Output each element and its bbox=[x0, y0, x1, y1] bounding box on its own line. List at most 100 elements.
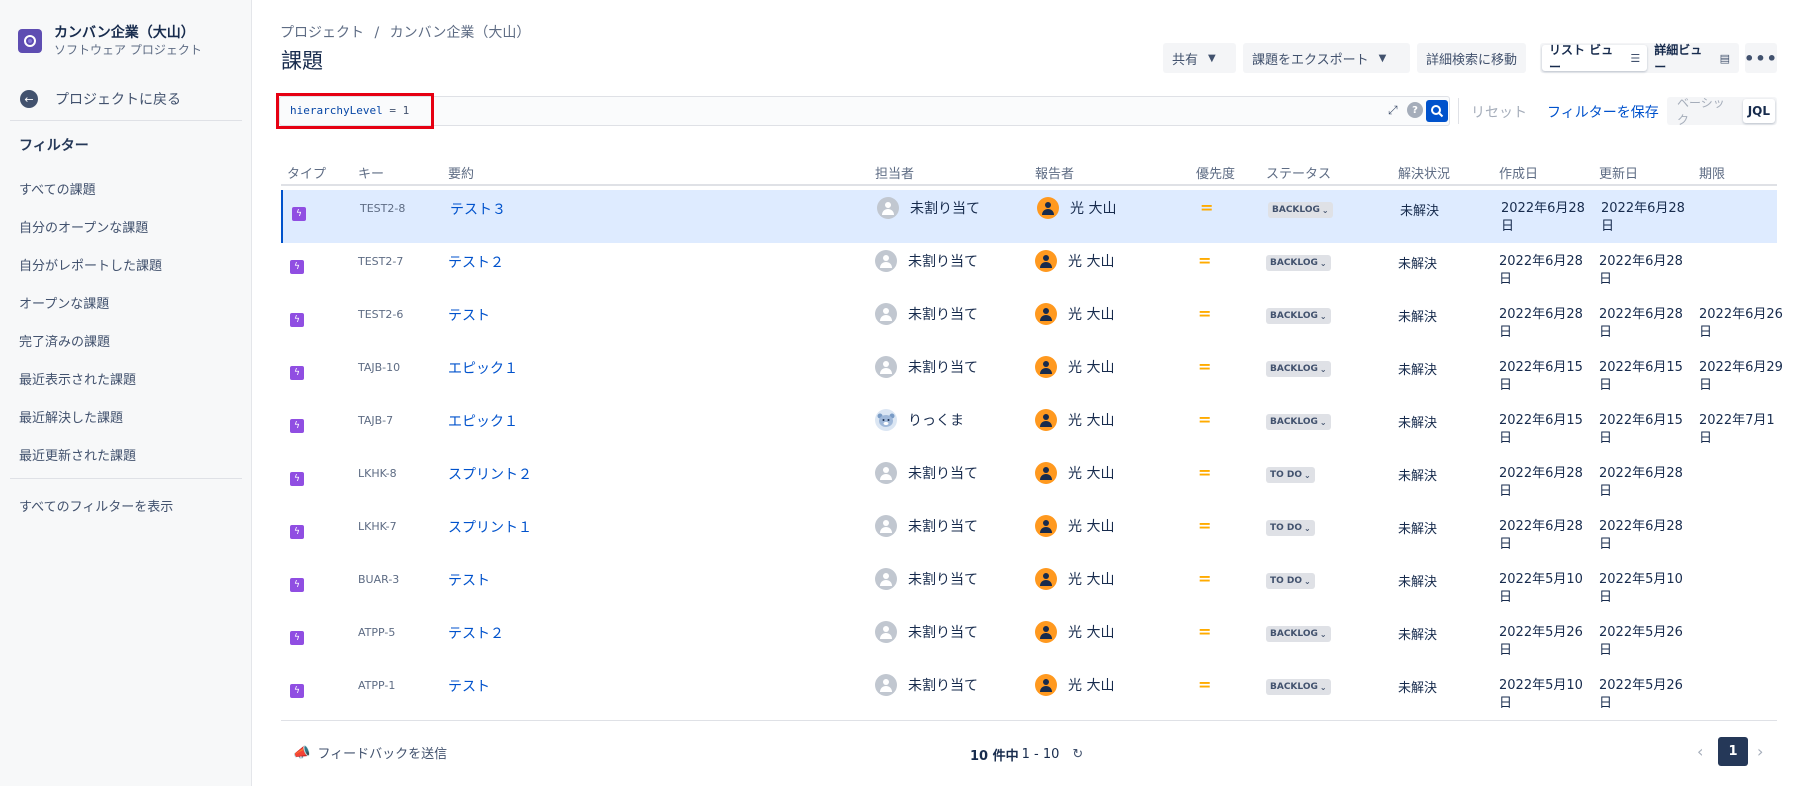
help-icon[interactable]: ? bbox=[1407, 102, 1423, 118]
assignee[interactable]: 未割り当て bbox=[875, 462, 978, 484]
issue-key[interactable]: TEST2-7 bbox=[358, 255, 403, 268]
issue-summary[interactable]: エピック１ bbox=[448, 358, 518, 378]
assignee[interactable]: 未割り当て bbox=[875, 621, 978, 643]
breadcrumb-projects[interactable]: プロジェクト bbox=[280, 25, 364, 41]
assignee[interactable]: 未割り当て bbox=[875, 303, 978, 325]
table-row[interactable]: ϟ TAJB-7 エピック１ りっくま 光 大山 = BACKLOG ⌄ 未解決 … bbox=[281, 402, 1777, 455]
jql-mode-button[interactable]: JQL bbox=[1742, 99, 1775, 123]
reporter[interactable]: 光 大山 bbox=[1035, 674, 1114, 696]
reporter[interactable]: 光 大山 bbox=[1035, 462, 1114, 484]
assignee[interactable]: りっくま bbox=[875, 409, 964, 431]
sidebar-item-my-open-issues[interactable]: 自分のオープンな課題 bbox=[19, 217, 148, 236]
issue-summary[interactable]: テスト bbox=[448, 676, 490, 696]
back-to-project-link[interactable]: ← プロジェクトに戻る bbox=[20, 89, 181, 109]
column-header-summary[interactable]: 要約 bbox=[448, 163, 474, 182]
status-lozenge[interactable]: TO DO ⌄ bbox=[1266, 573, 1315, 589]
column-header-resolution[interactable]: 解決状況 bbox=[1398, 163, 1450, 182]
reporter[interactable]: 光 大山 bbox=[1035, 409, 1114, 431]
status-lozenge[interactable]: BACKLOG ⌄ bbox=[1266, 308, 1331, 324]
issue-key[interactable]: ATPP-1 bbox=[358, 679, 395, 692]
issue-summary[interactable]: テスト２ bbox=[448, 623, 504, 643]
refresh-icon[interactable]: ↻ bbox=[1072, 747, 1083, 762]
issue-key[interactable]: TAJB-7 bbox=[358, 414, 393, 427]
status-lozenge[interactable]: BACKLOG ⌄ bbox=[1268, 202, 1333, 218]
column-header-created[interactable]: 作成日 bbox=[1499, 163, 1538, 182]
column-header-key[interactable]: キー bbox=[358, 163, 384, 182]
table-row[interactable]: ϟ BUAR-3 テスト 未割り当て 光 大山 = TO DO ⌄ 未解決 202… bbox=[281, 561, 1777, 614]
reporter[interactable]: 光 大山 bbox=[1035, 303, 1114, 325]
assignee[interactable]: 未割り当て bbox=[875, 515, 978, 537]
page-button-current[interactable]: 1 bbox=[1718, 737, 1748, 766]
table-row[interactable]: ϟ LKHK-7 スプリント１ 未割り当て 光 大山 = TO DO ⌄ 未解決 … bbox=[281, 508, 1777, 561]
column-header-due[interactable]: 期限 bbox=[1699, 163, 1725, 182]
reporter[interactable]: 光 大山 bbox=[1035, 250, 1114, 272]
jql-search-input[interactable]: hierarchyLevel = 1 bbox=[279, 96, 1450, 126]
sidebar-item-reported-by-me[interactable]: 自分がレポートした課題 bbox=[19, 255, 162, 274]
issue-key[interactable]: LKHK-8 bbox=[358, 467, 397, 480]
sidebar-item-all-issues[interactable]: すべての課題 bbox=[19, 179, 96, 198]
expand-icon[interactable]: ⤢ bbox=[1388, 103, 1398, 118]
assignee[interactable]: 未割り当て bbox=[875, 250, 978, 272]
table-row[interactable]: ϟ ATPP-5 テスト２ 未割り当て 光 大山 = BACKLOG ⌄ 未解決 … bbox=[281, 614, 1777, 667]
more-actions-button[interactable]: ••• bbox=[1744, 43, 1777, 73]
issue-summary[interactable]: テスト bbox=[448, 305, 490, 325]
reporter[interactable]: 光 大山 bbox=[1035, 621, 1114, 643]
reporter[interactable]: 光 大山 bbox=[1035, 515, 1114, 537]
reporter[interactable]: 光 大山 bbox=[1035, 356, 1114, 378]
reporter[interactable]: 光 大山 bbox=[1035, 568, 1114, 590]
advanced-search-button[interactable]: 詳細検索に移動 bbox=[1417, 43, 1527, 73]
assignee[interactable]: 未割り当て bbox=[875, 674, 978, 696]
issue-summary[interactable]: テスト３ bbox=[450, 199, 506, 219]
status-lozenge[interactable]: BACKLOG ⌄ bbox=[1266, 679, 1331, 695]
status-lozenge[interactable]: BACKLOG ⌄ bbox=[1266, 255, 1331, 271]
table-row[interactable]: ϟ ATPP-1 テスト 未割り当て 光 大山 = BACKLOG ⌄ 未解決 2… bbox=[281, 667, 1777, 720]
status-lozenge[interactable]: TO DO ⌄ bbox=[1266, 467, 1315, 483]
assignee[interactable]: 未割り当て bbox=[875, 568, 978, 590]
send-feedback-button[interactable]: 📣 フィードバックを送信 bbox=[293, 743, 447, 763]
issue-key[interactable]: ATPP-5 bbox=[358, 626, 395, 639]
search-button[interactable] bbox=[1426, 100, 1448, 122]
sidebar-item-resolved-recently[interactable]: 最近解決した課題 bbox=[19, 407, 123, 426]
issue-summary[interactable]: スプリント１ bbox=[448, 517, 532, 537]
status-lozenge[interactable]: TO DO ⌄ bbox=[1266, 520, 1315, 536]
reporter[interactable]: 光 大山 bbox=[1037, 197, 1116, 219]
assignee[interactable]: 未割り当て bbox=[875, 356, 978, 378]
table-row[interactable]: ϟ TEST2-8 テスト３ 未割り当て 光 大山 = BACKLOG ⌄ 未解決… bbox=[281, 190, 1777, 243]
table-row[interactable]: ϟ TEST2-7 テスト２ 未割り当て 光 大山 = BACKLOG ⌄ 未解決… bbox=[281, 243, 1777, 296]
status-lozenge[interactable]: BACKLOG ⌄ bbox=[1266, 414, 1331, 430]
issue-key[interactable]: BUAR-3 bbox=[358, 573, 399, 586]
chevron-right-icon[interactable]: › bbox=[1757, 742, 1763, 761]
table-row[interactable]: ϟ TAJB-10 エピック１ 未割り当て 光 大山 = BACKLOG ⌄ 未解… bbox=[281, 349, 1783, 402]
sidebar-item-viewed-recently[interactable]: 最近表示された課題 bbox=[19, 369, 136, 388]
issue-key[interactable]: LKHK-7 bbox=[358, 520, 397, 533]
save-filter-button[interactable]: フィルターを保存 bbox=[1547, 102, 1659, 122]
column-header-status[interactable]: ステータス bbox=[1266, 163, 1331, 182]
project-header[interactable]: カンバン企業（大山） ソフトウェア プロジェクト bbox=[18, 24, 202, 58]
detail-view-button[interactable]: 詳細ビュー ▤ bbox=[1647, 43, 1737, 74]
table-row[interactable]: ϟ LKHK-8 スプリント２ 未割り当て 光 大山 = TO DO ⌄ 未解決 … bbox=[281, 455, 1777, 508]
status-lozenge[interactable]: BACKLOG ⌄ bbox=[1266, 361, 1331, 377]
export-issues-button[interactable]: 課題をエクスポート ▼ bbox=[1243, 43, 1410, 73]
column-header-reporter[interactable]: 報告者 bbox=[1035, 163, 1074, 182]
basic-mode-button[interactable]: ベーシック bbox=[1669, 96, 1743, 127]
status-lozenge[interactable]: BACKLOG ⌄ bbox=[1266, 626, 1331, 642]
sidebar-item-updated-recently[interactable]: 最近更新された課題 bbox=[19, 445, 136, 464]
issue-summary[interactable]: エピック１ bbox=[448, 411, 518, 431]
breadcrumb-project[interactable]: カンバン企業（大山） bbox=[390, 25, 531, 41]
sidebar-item-done-issues[interactable]: 完了済みの課題 bbox=[19, 331, 110, 350]
column-header-type[interactable]: タイプ bbox=[287, 163, 326, 182]
list-view-button[interactable]: リスト ビュー ☰ bbox=[1542, 43, 1648, 74]
issue-summary[interactable]: テスト２ bbox=[448, 252, 504, 272]
issue-key[interactable]: TEST2-8 bbox=[360, 202, 405, 215]
assignee[interactable]: 未割り当て bbox=[877, 197, 980, 219]
issue-summary[interactable]: テスト bbox=[448, 570, 490, 590]
sidebar-item-open-issues[interactable]: オープンな課題 bbox=[19, 293, 109, 312]
column-header-updated[interactable]: 更新日 bbox=[1599, 163, 1638, 182]
reset-button[interactable]: リセット bbox=[1471, 102, 1527, 122]
share-button[interactable]: 共有 ▼ bbox=[1163, 43, 1236, 73]
chevron-left-icon[interactable]: ‹ bbox=[1697, 742, 1703, 761]
issue-key[interactable]: TAJB-10 bbox=[358, 361, 400, 374]
column-header-assignee[interactable]: 担当者 bbox=[875, 163, 914, 182]
issue-key[interactable]: TEST2-6 bbox=[358, 308, 403, 321]
issue-summary[interactable]: スプリント２ bbox=[448, 464, 532, 484]
